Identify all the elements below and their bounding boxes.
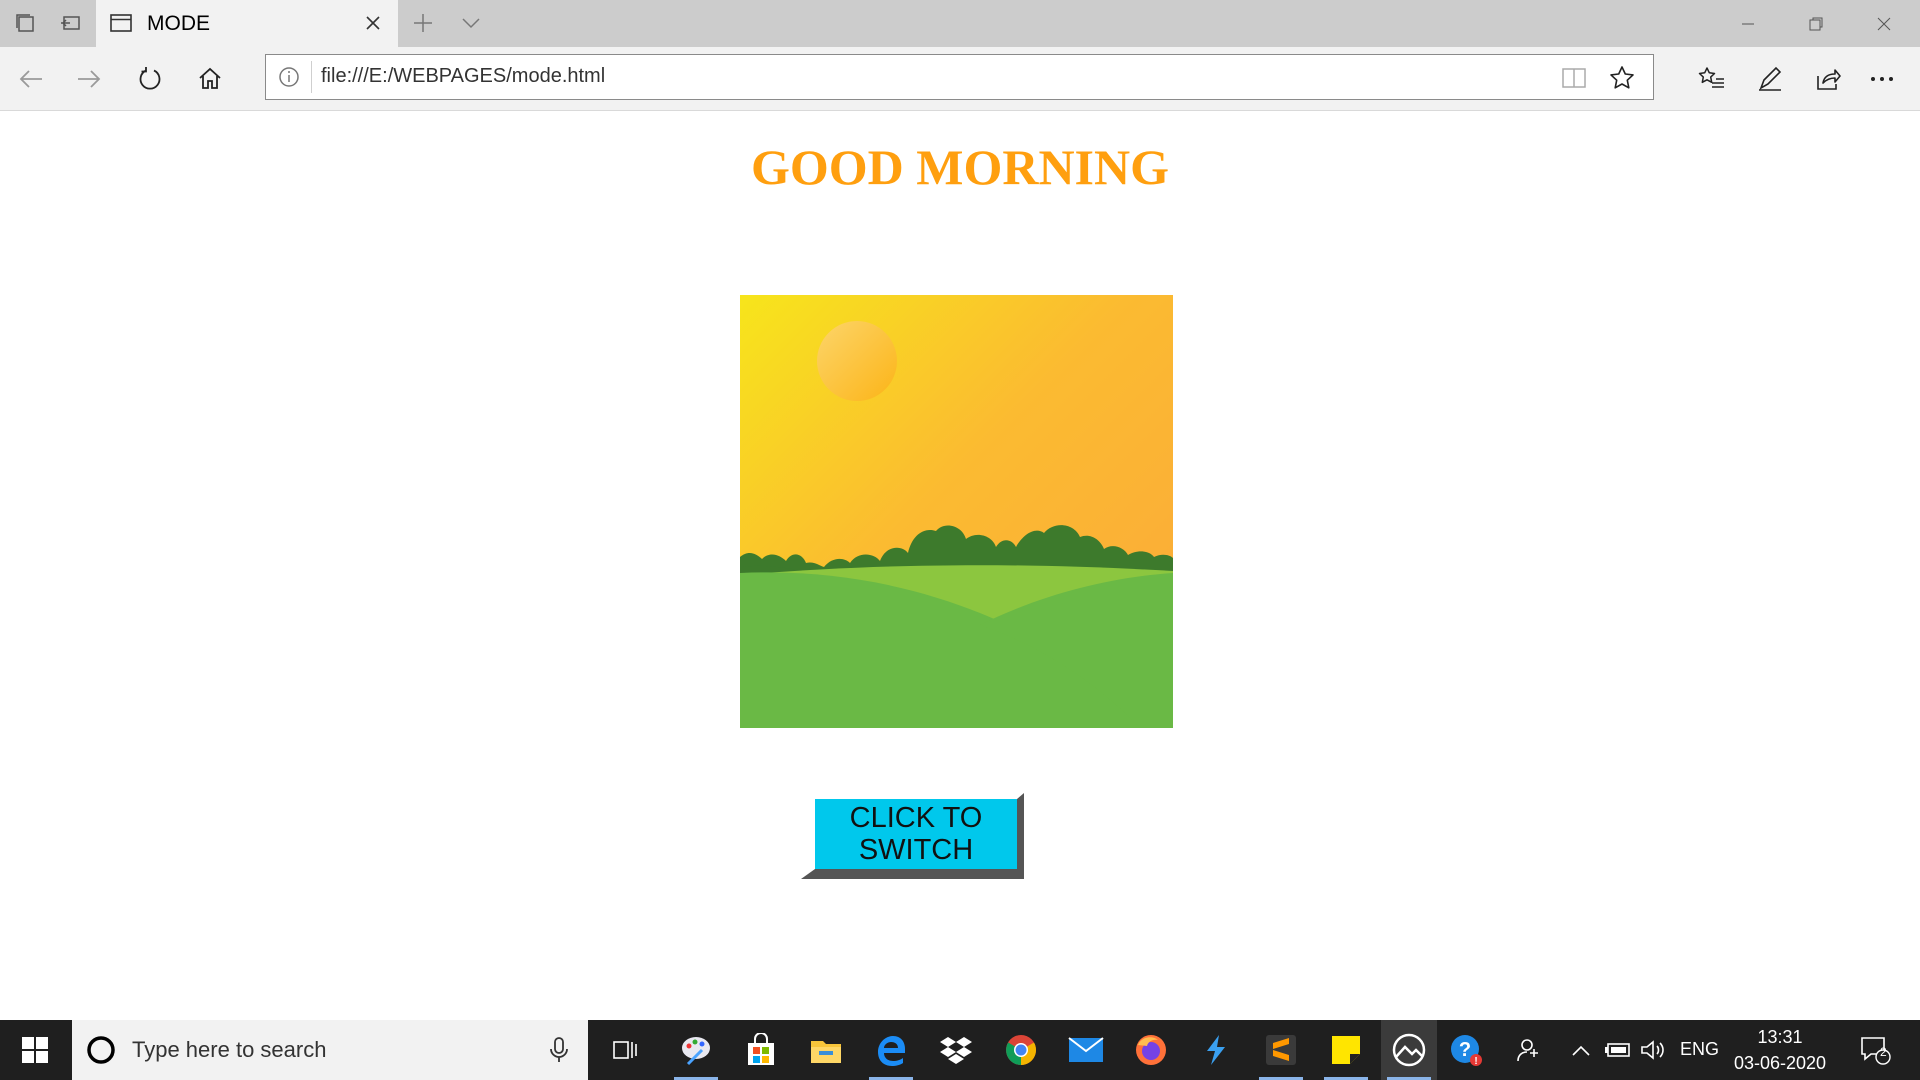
refresh-icon[interactable]: [128, 57, 172, 101]
windows-taskbar: Type here to search ? ! ENG 13:31 03-06-…: [0, 1020, 1920, 1080]
button-label: CLICK TO SWITCH: [815, 799, 1017, 869]
volume-speaker-icon[interactable]: [1638, 1034, 1668, 1066]
system-clock[interactable]: 13:31 03-06-2020: [1720, 1020, 1840, 1080]
favorite-star-icon[interactable]: [1608, 64, 1636, 92]
close-window-icon[interactable]: [1850, 0, 1918, 47]
favorites-list-icon[interactable]: [1690, 57, 1734, 101]
set-tabs-aside-icon[interactable]: [56, 8, 86, 38]
file-explorer-icon[interactable]: [801, 1026, 851, 1074]
page-icon: [110, 14, 132, 32]
sticky-notes-icon[interactable]: [1321, 1026, 1371, 1080]
browser-toolbar: file:///E:/WEBPAGES/mode.html: [0, 47, 1920, 111]
photos-app-icon[interactable]: [1381, 1020, 1437, 1080]
site-info-icon[interactable]: [277, 65, 301, 89]
svg-text:!: !: [1474, 1056, 1477, 1067]
more-menu-icon[interactable]: [1860, 57, 1904, 101]
tab-actions-icon[interactable]: [10, 8, 40, 38]
morning-landscape-image: [740, 295, 1173, 728]
forward-arrow-icon[interactable]: [67, 57, 111, 101]
show-hidden-icons-chevron-icon[interactable]: [1567, 1034, 1595, 1066]
firefox-browser-icon[interactable]: [1126, 1026, 1176, 1074]
get-help-icon[interactable]: ?!: [1441, 1026, 1491, 1074]
tab-list-chevron-icon[interactable]: [456, 8, 486, 38]
click-to-switch-button[interactable]: CLICK TO SWITCH: [801, 793, 1024, 879]
url-text[interactable]: file:///E:/WEBPAGES/mode.html: [321, 65, 605, 88]
cortana-circle-icon: [87, 1036, 115, 1064]
restore-window-icon[interactable]: [1782, 0, 1850, 47]
tab-title: MODE: [147, 12, 210, 35]
home-icon[interactable]: [188, 57, 232, 101]
action-center-notifications-icon[interactable]: 2: [1855, 1034, 1895, 1066]
windows-start-icon[interactable]: [0, 1020, 70, 1080]
visual-studio-code-icon[interactable]: [1191, 1026, 1241, 1074]
close-tab-icon[interactable]: [362, 12, 384, 34]
battery-icon[interactable]: [1603, 1034, 1633, 1066]
share-icon[interactable]: [1806, 57, 1850, 101]
web-note-pen-icon[interactable]: [1748, 57, 1792, 101]
notification-count-badge: 2: [1880, 1045, 1887, 1059]
mail-app-icon[interactable]: [1061, 1026, 1111, 1074]
taskbar-search-box[interactable]: Type here to search: [72, 1020, 588, 1080]
svg-text:?: ?: [1459, 1039, 1471, 1061]
reading-view-icon[interactable]: [1560, 64, 1588, 92]
dropbox-icon[interactable]: [931, 1026, 981, 1074]
input-language-indicator[interactable]: ENG: [1680, 1039, 1719, 1060]
active-tab[interactable]: MODE: [96, 0, 398, 47]
address-divider: [311, 61, 312, 93]
sublime-text-icon[interactable]: [1256, 1026, 1306, 1080]
minimize-window-icon[interactable]: [1714, 0, 1782, 47]
microsoft-store-icon[interactable]: [736, 1026, 786, 1074]
edge-browser-icon[interactable]: [866, 1026, 916, 1080]
back-arrow-icon[interactable]: [9, 57, 53, 101]
chrome-browser-icon[interactable]: [996, 1026, 1046, 1074]
microphone-icon[interactable]: [548, 1036, 570, 1064]
search-placeholder: Type here to search: [132, 1037, 327, 1062]
browser-tab-bar: MODE: [0, 0, 1920, 47]
paint-app-icon[interactable]: [671, 1026, 721, 1080]
people-icon[interactable]: [1512, 1034, 1546, 1066]
address-bar[interactable]: file:///E:/WEBPAGES/mode.html: [265, 54, 1654, 100]
clock-time: 13:31: [1757, 1027, 1803, 1047]
task-view-icon[interactable]: [600, 1026, 650, 1074]
clock-date: 03-06-2020: [1733, 1053, 1827, 1073]
page-heading: GOOD MORNING: [750, 139, 1170, 195]
new-tab-icon[interactable]: [408, 8, 438, 38]
